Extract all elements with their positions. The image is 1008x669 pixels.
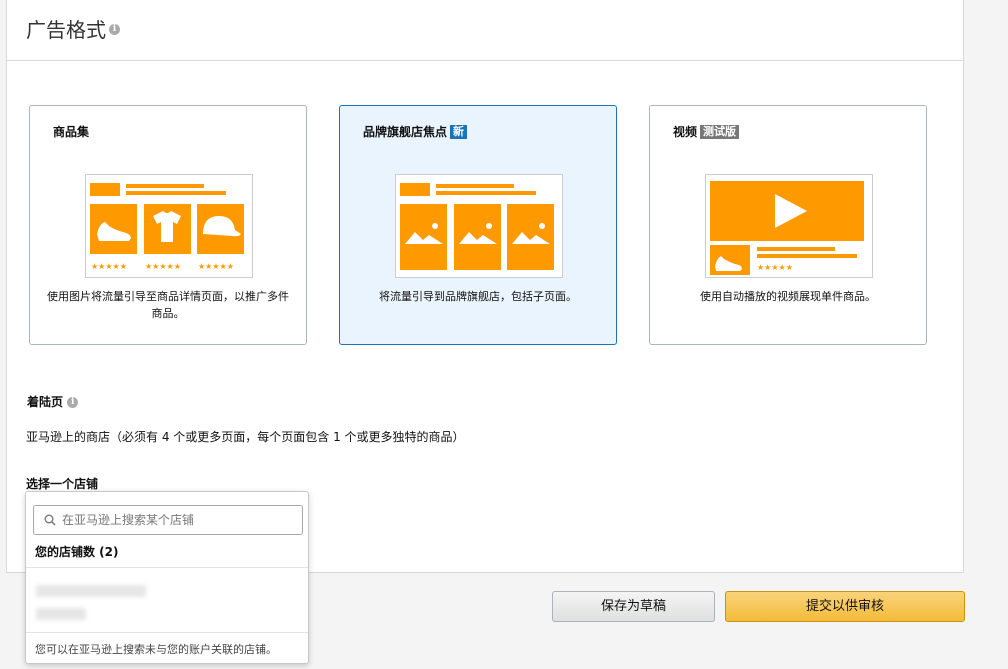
format-card-video[interactable]: 视频 测试版 ★★★★★ 使用自动播放的视频展现单件商品。 — [649, 105, 927, 345]
format-card-store-spotlight[interactable]: 品牌旗舰店焦点新 将流量引导到品牌旗舰店，包括子页面。 — [339, 105, 617, 345]
star-icon: ★★★★★ ★★★★★ ★★★★★ — [91, 262, 234, 271]
landing-page-label: 着陆页 i — [27, 393, 79, 410]
store-search-box[interactable] — [33, 505, 303, 535]
store-spotlight-illustration — [395, 174, 563, 278]
svg-text:★★★★★: ★★★★★ — [198, 262, 234, 271]
new-badge: 新 — [450, 125, 468, 139]
divider — [26, 567, 308, 568]
save-draft-button[interactable]: 保存为草稿 — [552, 591, 715, 622]
info-icon[interactable]: i — [67, 397, 79, 408]
store-option-redacted[interactable] — [36, 608, 86, 620]
panel-header: 广告格式 i — [7, 0, 963, 61]
beta-badge: 测试版 — [700, 125, 740, 139]
product-collection-illustration: ★★★★★ ★★★★★ ★★★★★ — [85, 174, 253, 278]
card-description: 将流量引导到品牌旗舰店，包括子页面。 — [379, 290, 577, 303]
divider — [26, 632, 308, 633]
card-title-text: 视频 — [673, 125, 698, 139]
card-description: 使用自动播放的视频展现单件商品。 — [700, 290, 876, 303]
star-icon: ★★★★★ — [757, 263, 793, 272]
store-dropdown[interactable]: 您的店铺数 (2) 您可以在亚马逊上搜索未与您的账户关联的店铺。 — [25, 491, 309, 664]
image-icon — [454, 204, 501, 270]
format-card-product-collection[interactable]: 商品集 ★★★★★ ★★★★★ ★★★★★ 使用图片将流量引导至商品详情页面，以… — [29, 105, 307, 345]
store-option-redacted[interactable] — [36, 585, 146, 597]
card-title: 商品集 — [53, 123, 89, 140]
svg-text:★★★★★: ★★★★★ — [145, 262, 181, 271]
store-search-input[interactable] — [62, 509, 297, 531]
search-icon — [44, 514, 56, 526]
store-search-hint: 您可以在亚马逊上搜索未与您的账户关联的店铺。 — [35, 643, 277, 656]
submit-review-button[interactable]: 提交以供审核 — [725, 591, 965, 622]
page-title: 广告格式 i — [26, 14, 120, 43]
card-title: 品牌旗舰店焦点新 — [363, 123, 468, 140]
image-icon — [507, 204, 554, 270]
video-illustration: ★★★★★ — [705, 174, 873, 278]
card-title-text: 商品集 — [53, 125, 90, 139]
card-title: 视频 测试版 — [673, 123, 740, 140]
image-icon — [400, 204, 447, 270]
landing-page-description: 亚马逊上的商店（必须有 4 个或更多页面，每个页面包含 1 个或更多独特的商品） — [26, 430, 465, 444]
store-count-heading: 您的店铺数 (2) — [35, 545, 119, 559]
card-description: 使用图片将流量引导至商品详情页面，以推广多件商品。 — [47, 290, 289, 320]
page-title-text: 广告格式 — [26, 18, 106, 42]
svg-text:★★★★★: ★★★★★ — [91, 262, 127, 271]
landing-page-label-text: 着陆页 — [27, 395, 64, 409]
card-title-text: 品牌旗舰店焦点 — [363, 125, 448, 139]
info-icon[interactable]: i — [109, 24, 120, 35]
store-select-label: 选择一个店铺 — [26, 477, 99, 491]
